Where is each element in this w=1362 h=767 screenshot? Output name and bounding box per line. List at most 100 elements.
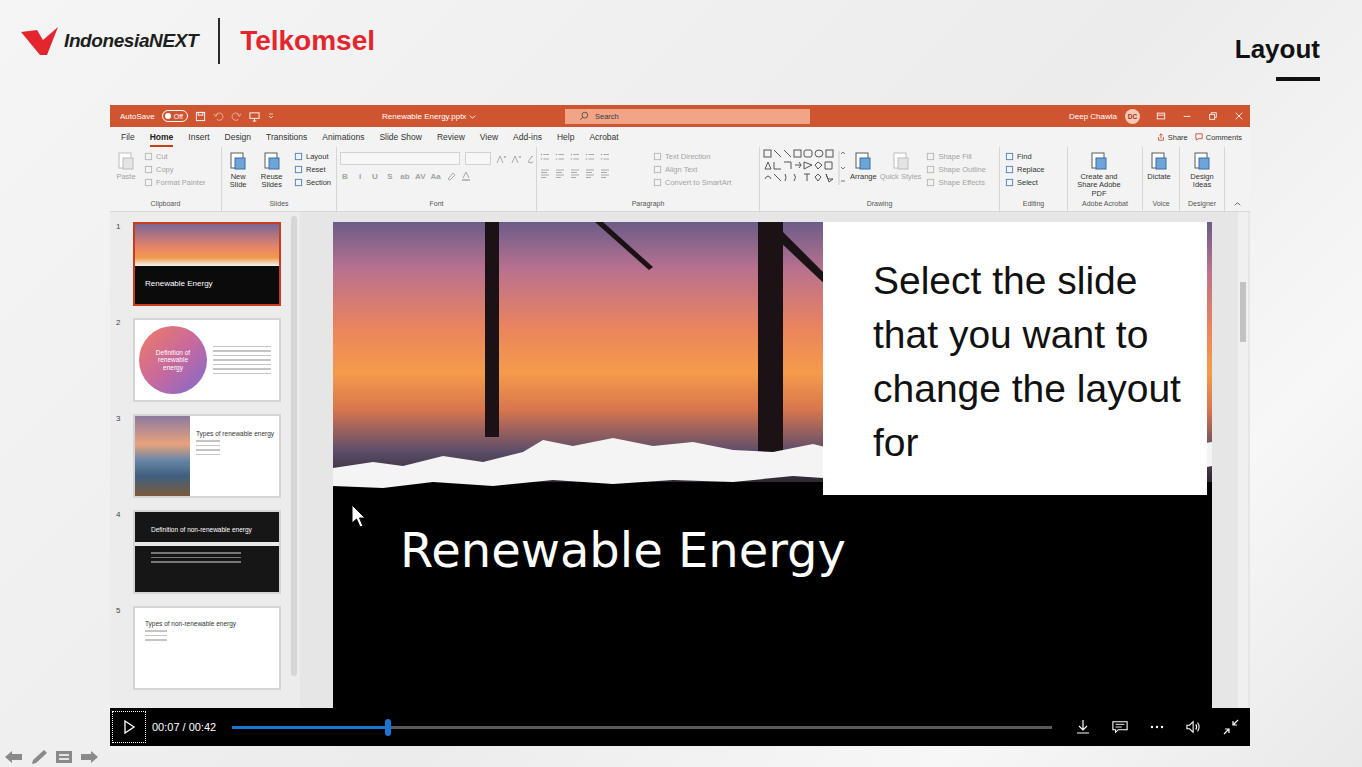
align-icon[interactable] bbox=[600, 168, 610, 178]
ribbon-tab[interactable]: Acrobat bbox=[589, 127, 618, 147]
align-icon[interactable] bbox=[540, 168, 550, 178]
ribbon-small-button[interactable]: Copy bbox=[144, 165, 206, 174]
ribbon-large-button[interactable]: Create and Share Adobe PDF bbox=[1071, 149, 1127, 198]
present-icon[interactable] bbox=[249, 111, 260, 122]
list-icon[interactable] bbox=[555, 152, 565, 162]
format-button[interactable]: S bbox=[385, 172, 395, 181]
ribbon-small-button[interactable]: Shape Fill bbox=[926, 152, 986, 161]
ribbon-small-button[interactable]: Text Direction bbox=[653, 152, 731, 161]
more-options-icon[interactable] bbox=[1149, 719, 1165, 735]
ribbon-small-button[interactable]: Cut bbox=[144, 152, 206, 161]
slide-thumbnail-row[interactable]: 3Types of renewable energy bbox=[110, 414, 291, 498]
slide-title[interactable]: Renewable Energy bbox=[400, 522, 1212, 578]
slide-thumbnail[interactable]: Types of renewable energy bbox=[133, 414, 281, 498]
ribbon-small-button[interactable]: Format Painter bbox=[144, 178, 206, 187]
ribbon-small-button[interactable]: Shape Outline bbox=[926, 165, 986, 174]
ribbon-small-button[interactable]: Align Text bbox=[653, 165, 731, 174]
ribbon-tab[interactable]: Animations bbox=[322, 127, 364, 147]
minimize-icon[interactable] bbox=[1182, 111, 1192, 121]
ribbon-large-button[interactable]: Dictate bbox=[1146, 149, 1172, 181]
format-button[interactable]: I bbox=[355, 172, 365, 181]
align-icon[interactable] bbox=[585, 168, 595, 178]
redo-icon[interactable] bbox=[231, 111, 242, 122]
volume-icon[interactable] bbox=[1186, 719, 1202, 735]
ribbon-small-button[interactable]: Find bbox=[1005, 152, 1045, 161]
grow-font-icon[interactable] bbox=[496, 154, 506, 164]
autosave-toggle[interactable]: Off bbox=[162, 110, 188, 122]
progress-knob[interactable] bbox=[385, 719, 391, 736]
ribbon-tab[interactable]: Slide Show bbox=[379, 127, 422, 147]
ribbon-large-button[interactable]: Arrange bbox=[850, 149, 877, 181]
ribbon-display-icon[interactable] bbox=[1156, 111, 1166, 121]
undo-icon[interactable] bbox=[213, 111, 224, 122]
play-button[interactable] bbox=[112, 711, 146, 743]
font-size-field[interactable] bbox=[465, 152, 491, 165]
comments-button[interactable]: Comments bbox=[1195, 127, 1242, 147]
canvas-scrollbar[interactable] bbox=[1238, 212, 1248, 708]
ribbon-large-button[interactable]: New Slide bbox=[225, 149, 251, 190]
close-icon[interactable] bbox=[1234, 111, 1244, 121]
ribbon-large-button[interactable]: Design Ideas bbox=[1183, 149, 1221, 190]
ribbon-tab[interactable]: File bbox=[121, 127, 135, 147]
format-button[interactable]: ab bbox=[400, 172, 410, 181]
collapse-ribbon-icon[interactable] bbox=[1233, 199, 1242, 208]
ribbon-small-button[interactable]: Section bbox=[294, 178, 331, 187]
user-avatar[interactable]: DC bbox=[1125, 109, 1140, 124]
list-icon[interactable] bbox=[600, 152, 610, 162]
list-icon[interactable] bbox=[540, 152, 550, 162]
ribbon-small-button[interactable]: Layout bbox=[294, 152, 331, 161]
ribbon-tab[interactable]: Insert bbox=[188, 127, 209, 147]
ribbon-small-button[interactable]: Select bbox=[1005, 178, 1045, 187]
progress-track[interactable] bbox=[232, 726, 1052, 729]
format-button[interactable]: AV bbox=[415, 172, 426, 181]
ribbon-large-button[interactable]: Quick Styles bbox=[880, 149, 922, 181]
ribbon-tab[interactable]: Help bbox=[557, 127, 574, 147]
slide-thumbnail[interactable]: Definition of non-renewable energy bbox=[133, 510, 281, 594]
format-button[interactable]: Aa bbox=[431, 172, 441, 181]
arrow-left-icon[interactable] bbox=[4, 749, 24, 765]
list-icon[interactable] bbox=[585, 152, 595, 162]
captions-icon[interactable] bbox=[1112, 719, 1128, 735]
ribbon-small-button[interactable]: Convert to SmartArt bbox=[653, 178, 731, 187]
ribbon-tab[interactable]: Add-ins bbox=[513, 127, 542, 147]
format-button[interactable]: U bbox=[370, 172, 380, 181]
menu-icon[interactable] bbox=[54, 749, 74, 765]
ribbon-large-button[interactable]: Reuse Slides bbox=[254, 149, 289, 190]
format-button[interactable]: B bbox=[340, 172, 350, 181]
ribbon-tab[interactable]: Review bbox=[437, 127, 465, 147]
font-name-field[interactable] bbox=[340, 152, 460, 165]
clear-format-icon[interactable] bbox=[526, 154, 533, 164]
font-color-icon[interactable] bbox=[461, 171, 471, 181]
restore-icon[interactable] bbox=[1208, 111, 1218, 121]
ribbon-tab[interactable]: Home bbox=[150, 127, 174, 147]
ribbon-small-button[interactable]: Shape Effects bbox=[926, 178, 986, 187]
ribbon-tab[interactable]: Design bbox=[225, 127, 251, 147]
slide-thumbnail[interactable]: Types of non-renewable energy bbox=[133, 606, 281, 690]
exit-fullscreen-icon[interactable] bbox=[1223, 719, 1239, 735]
ribbon-tab[interactable]: Transitions bbox=[266, 127, 307, 147]
ribbon-small-button[interactable]: Replace bbox=[1005, 165, 1045, 174]
slide-thumbnail-row[interactable]: 2Definition of renewable energy bbox=[110, 318, 291, 402]
shrink-font-icon[interactable] bbox=[511, 154, 521, 164]
slide-thumbnail[interactable]: Renewable Energy bbox=[133, 222, 281, 306]
slide-thumbnail-row[interactable]: 5Types of non-renewable energy bbox=[110, 606, 291, 690]
ribbon-large-button[interactable]: Paste bbox=[113, 149, 139, 181]
ribbon-tab[interactable]: View bbox=[480, 127, 498, 147]
align-icon[interactable] bbox=[555, 168, 565, 178]
list-icon[interactable] bbox=[570, 152, 580, 162]
slide-thumbnail-row[interactable]: 4Definition of non-renewable energy bbox=[110, 510, 291, 594]
file-name[interactable]: Renewable Energy.pptx bbox=[382, 112, 565, 121]
save-icon[interactable] bbox=[195, 111, 206, 122]
pen-icon[interactable] bbox=[29, 749, 49, 765]
slide-thumbnail-row[interactable]: 1Renewable Energy bbox=[110, 222, 291, 306]
ribbon-small-button[interactable]: Reset bbox=[294, 165, 331, 174]
download-icon[interactable] bbox=[1075, 719, 1091, 735]
slide-thumbnail[interactable]: Definition of renewable energy bbox=[133, 318, 281, 402]
shapes-gallery-icon[interactable] bbox=[763, 149, 847, 187]
share-button[interactable]: Share bbox=[1157, 127, 1188, 147]
search-box[interactable]: Search bbox=[565, 109, 810, 124]
arrow-right-icon[interactable] bbox=[79, 749, 99, 765]
align-icon[interactable] bbox=[570, 168, 580, 178]
highlight-icon[interactable] bbox=[446, 171, 456, 181]
customize-icon[interactable] bbox=[267, 112, 275, 120]
